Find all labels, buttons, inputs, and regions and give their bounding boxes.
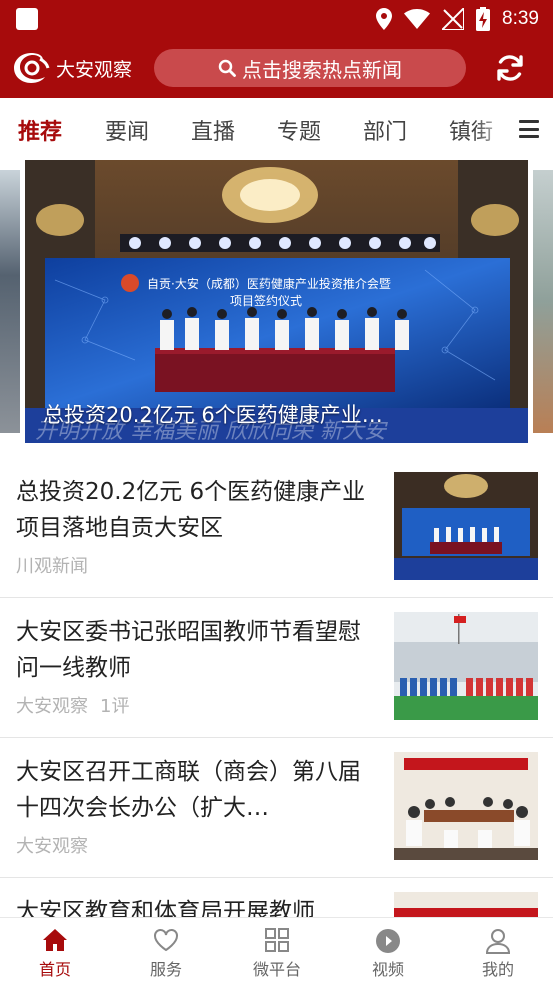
tab-recommend[interactable]: 推荐 xyxy=(18,114,62,146)
banner-carousel: 自贡·大安（成都）医药健康产业投资推介会暨 项目签约仪式 开明开放 幸福美丽 欣… xyxy=(0,160,553,443)
nav-home[interactable]: 首页 xyxy=(0,918,110,983)
logo-text: 大安观察 xyxy=(56,58,133,81)
home-icon xyxy=(43,929,67,951)
news-title: 大安区召开工商联（商会）第八届十四次会长办公（扩大… xyxy=(16,759,361,821)
status-time: 8:39 xyxy=(502,8,539,29)
nav-label: 服务 xyxy=(149,960,182,979)
bottom-navigation: 首页 服务 微平台 视频 我的 xyxy=(0,917,553,983)
status-bar: 8:39 xyxy=(0,0,553,38)
banner-screen-title: 自贡·大安（成都）医药健康产业投资推介会暨 xyxy=(147,276,391,291)
nav-services[interactable]: 服务 xyxy=(111,918,221,983)
tab-departments[interactable]: 部门 xyxy=(363,114,407,146)
grid-icon xyxy=(265,928,289,952)
news-thumbnail xyxy=(394,472,538,580)
news-meta: 大安观察 1评 xyxy=(16,692,129,718)
news-thumbnail xyxy=(394,612,538,720)
news-meta: 川观新闻 xyxy=(16,552,88,578)
refresh-icon[interactable] xyxy=(495,53,525,83)
user-icon xyxy=(485,929,511,954)
menu-icon[interactable] xyxy=(519,120,539,138)
search-icon xyxy=(218,59,236,77)
wifi-icon xyxy=(404,9,431,29)
nav-label: 我的 xyxy=(481,960,514,979)
news-item[interactable]: 大安区召开工商联（商会）第八届十四次会长办公（扩大… 大安观察 xyxy=(0,738,553,878)
play-icon xyxy=(376,929,400,953)
tab-headlines[interactable]: 要闻 xyxy=(105,114,149,146)
app-logo: 大安观察 xyxy=(10,50,132,86)
news-source: 大安观察 xyxy=(16,836,88,857)
nav-micro-platform[interactable]: 微平台 xyxy=(222,918,332,983)
news-comment-count: 1评 xyxy=(100,696,130,717)
logo-mark-icon xyxy=(14,53,50,83)
search-bar[interactable]: 点击搜索热点新闻 xyxy=(154,49,466,87)
news-title: 总投资20.2亿元 6个医药健康产业项目落地自贡大安区 xyxy=(16,479,366,541)
banner-slide[interactable]: 自贡·大安（成都）医药健康产业投资推介会暨 项目签约仪式 开明开放 幸福美丽 欣… xyxy=(25,160,528,443)
location-icon xyxy=(376,8,393,30)
news-title: 大安区委书记张昭国教师节看望慰问一线教师 xyxy=(16,619,361,681)
nav-profile[interactable]: 我的 xyxy=(443,918,553,983)
no-signal-icon xyxy=(442,8,465,30)
news-meta: 大安观察 xyxy=(16,832,88,858)
banner-caption: 总投资20.2亿元 6个医药健康产业… xyxy=(43,403,383,427)
heart-icon xyxy=(154,929,178,952)
news-source: 大安观察 xyxy=(16,696,88,717)
banner-screen-subtitle: 项目签约仪式 xyxy=(230,293,302,308)
app-header: 大安观察 点击搜索热点新闻 xyxy=(0,38,553,98)
news-item[interactable]: 总投资20.2亿元 6个医药健康产业项目落地自贡大安区 川观新闻 xyxy=(0,458,553,598)
nav-video[interactable]: 视频 xyxy=(333,918,443,983)
nav-label: 首页 xyxy=(38,960,71,979)
battery-charging-icon xyxy=(476,7,491,31)
search-placeholder: 点击搜索热点新闻 xyxy=(242,57,402,82)
channel-tabs: 推荐 要闻 直播 专题 部门 镇街 xyxy=(0,98,553,160)
tabs-fade xyxy=(475,98,509,160)
tab-live[interactable]: 直播 xyxy=(191,114,235,146)
news-thumbnail xyxy=(394,752,538,860)
banner-prev-peek[interactable] xyxy=(0,170,20,433)
news-item[interactable]: 大安区委书记张昭国教师节看望慰问一线教师 大安观察 1评 xyxy=(0,598,553,738)
banner-next-peek[interactable] xyxy=(533,170,553,433)
news-source: 川观新闻 xyxy=(16,556,88,577)
app-notification-icon xyxy=(16,8,38,30)
tab-topics[interactable]: 专题 xyxy=(277,114,321,146)
nav-label: 视频 xyxy=(371,960,404,979)
nav-label: 微平台 xyxy=(252,960,301,979)
